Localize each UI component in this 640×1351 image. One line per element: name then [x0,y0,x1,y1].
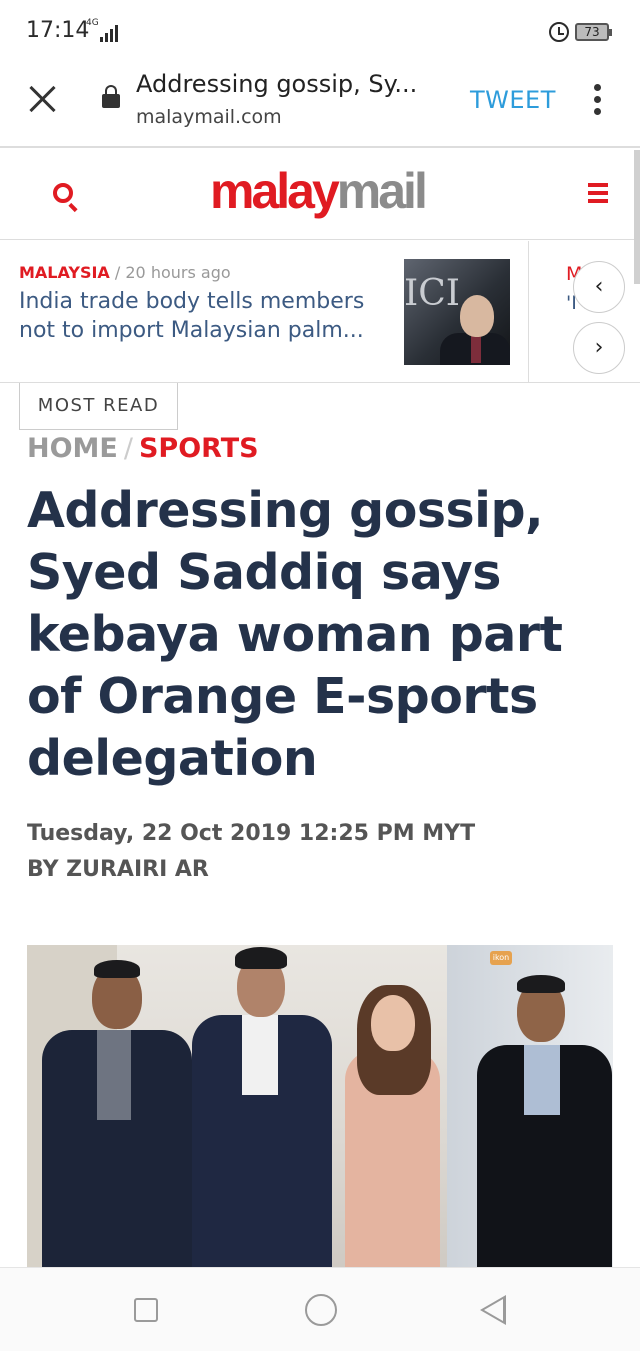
most-read-tab[interactable]: MOST READ [19,383,178,430]
recent-apps-icon[interactable] [134,1298,158,1322]
ticker-prev-button[interactable]: ‹ [573,261,625,313]
photo-logo: ikon [490,951,512,965]
back-icon[interactable] [480,1295,506,1325]
breadcrumb-sports[interactable]: SPORTS [139,433,259,464]
breadcrumb-home[interactable]: HOME [27,433,118,464]
page-url[interactable]: malaymail.com [136,106,282,128]
home-icon[interactable] [305,1294,337,1326]
network-type: 4G [86,18,99,28]
ticker-divider [528,241,529,383]
signal-icon [100,24,120,42]
ticker-time: / 20 hours ago [114,263,231,282]
thumbnail-text: ICI [404,273,460,314]
article-date: Tuesday, 22 Oct 2019 12:25 PM MYT [27,821,476,846]
alarm-icon [549,22,569,42]
site-header: malaymail [0,150,640,240]
news-ticker: MALAYSIA / 20 hours ago India trade body… [0,241,640,383]
more-options-icon[interactable] [594,84,602,116]
article-byline[interactable]: BY ZURAIRI AR [27,857,209,882]
system-nav-bar [0,1267,640,1351]
ticker-thumbnail[interactable]: ICI [404,259,510,365]
scrollbar-thumb[interactable] [634,150,640,284]
search-icon[interactable] [53,183,73,203]
status-bar: 17:14 4G 73 [0,0,640,62]
ticker-category[interactable]: MALAYSIA [19,263,110,282]
page-title[interactable]: Addressing gossip, Sy... [136,70,417,98]
breadcrumb: HOME / SPORTS [27,433,259,464]
breadcrumb-separator: / [123,433,133,464]
article-headline: Addressing gossip, Syed Saddiq says keba… [27,482,563,787]
tweet-button[interactable]: TWEET [470,86,556,114]
ticker-meta: MALAYSIA / 20 hours ago [19,263,231,282]
close-icon[interactable] [26,82,60,116]
site-logo[interactable]: malaymail [210,162,428,220]
battery-icon: 73 [575,23,612,41]
status-time: 17:14 [26,18,90,43]
browser-toolbar: Addressing gossip, Sy... malaymail.com T… [0,62,640,148]
lock-icon [102,85,120,108]
ticker-headline[interactable]: India trade body tells members not to im… [19,287,399,345]
article-photo[interactable]: ikon [27,945,613,1267]
hamburger-menu-icon[interactable] [588,183,608,207]
ticker-next-button[interactable]: › [573,322,625,374]
